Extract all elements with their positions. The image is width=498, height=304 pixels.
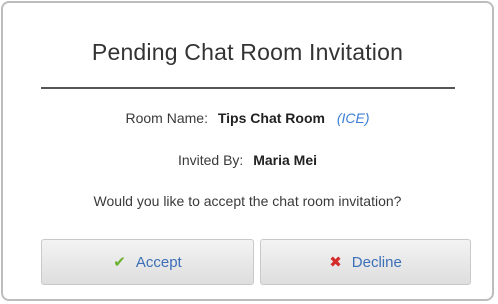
- decline-button-label: Decline: [351, 253, 402, 271]
- invited-by-row: Invited By: Maria Mei: [3, 152, 492, 168]
- room-name-row: Room Name: Tips Chat Room (ICE): [3, 110, 492, 126]
- x-icon: ✖: [329, 253, 342, 271]
- invited-by-label: Invited By:: [177, 152, 244, 168]
- room-tag: (ICE): [336, 110, 370, 126]
- accept-button-label: Accept: [135, 253, 182, 271]
- room-name-label: Room Name:: [125, 110, 208, 126]
- invited-by-value: Maria Mei: [253, 152, 318, 168]
- invitation-question: Would you like to accept the chat room i…: [93, 193, 402, 209]
- invitation-dialog: Pending Chat Room Invitation Room Name: …: [1, 1, 494, 301]
- decline-button[interactable]: ✖ Decline: [260, 239, 471, 285]
- dialog-title: Pending Chat Room Invitation: [91, 39, 404, 65]
- checkmark-icon: ✔: [113, 253, 126, 271]
- title-divider: [41, 87, 455, 89]
- accept-button[interactable]: ✔ Accept: [41, 239, 254, 285]
- room-name-value: Tips Chat Room: [217, 110, 325, 126]
